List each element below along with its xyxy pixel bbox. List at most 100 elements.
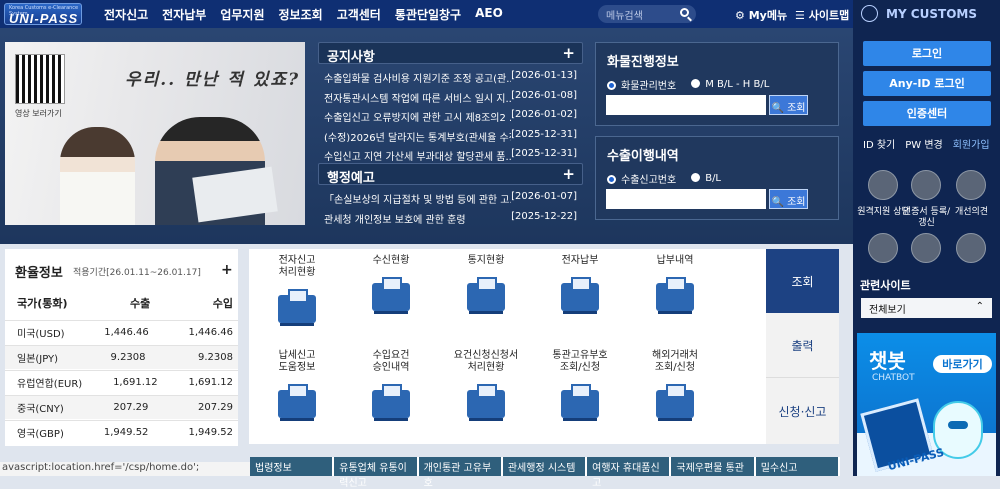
status-bar-url: avascript:location.href='/csp/home.do'; bbox=[0, 462, 250, 476]
service-icon bbox=[366, 382, 416, 422]
main-menu: 전자신고 전자납부 업무지원 정보조회 고객센터 통관단일창구 AEO bbox=[104, 6, 517, 23]
anyid-login-button[interactable]: Any-ID 로그인 bbox=[863, 71, 991, 96]
login-button[interactable]: 로그인 bbox=[863, 41, 991, 66]
menu-search-input[interactable]: 메뉴검색 bbox=[598, 5, 696, 23]
notice-more-icon[interactable]: + bbox=[562, 44, 575, 62]
cargo-number-input[interactable] bbox=[606, 95, 766, 115]
service-icon bbox=[461, 382, 511, 422]
exchange-row: 중국(CNY) 207.29 207.29 bbox=[5, 395, 238, 419]
quick-links-bar: 법령정보 유통업체 유통이력신고 개인통관 고유부호 관세행정 시스템 여행자 휴대품신… bbox=[250, 457, 840, 489]
notice-item[interactable]: 전자통관시스템 작업에 따른 서비스 일시 지... [2026-01-08] bbox=[318, 87, 583, 107]
service-icon bbox=[461, 275, 511, 315]
service-label: 조회/신청 bbox=[654, 362, 696, 373]
service-icon bbox=[555, 382, 605, 422]
admin-item[interactable]: 「손실보상의 지급절차 및 방법 등에 관한 고... [2026-01-07] bbox=[318, 188, 583, 208]
service-item[interactable]: 통지현황 bbox=[443, 255, 529, 315]
admin-item[interactable]: 관세청 개인정보 보호에 관한 훈령 [2025-12-22] bbox=[318, 208, 583, 228]
quick-link[interactable]: 개인통관 고유부호 bbox=[418, 457, 503, 489]
exchange-row: 유럽연합(EUR) 1,691.12 1,691.12 bbox=[5, 370, 238, 394]
change-pw-link[interactable]: PW 변경 bbox=[905, 136, 943, 151]
radio-export-bl[interactable]: B/L bbox=[691, 173, 721, 184]
chatbot-go-button[interactable]: 바로가기 bbox=[933, 355, 992, 373]
service-item[interactable]: 통관고유부호 조회/신청 bbox=[537, 350, 623, 422]
service-item[interactable]: 해외거래처 조회/신청 bbox=[632, 350, 718, 422]
feedback-label: 개선의견 bbox=[954, 207, 989, 217]
quick-link[interactable]: 법령정보 bbox=[250, 457, 335, 476]
service-item[interactable]: 납부내역 bbox=[632, 255, 718, 315]
notice-item[interactable]: 수입신고 지연 가산세 부과대상 할당관세 품... [2025-12-31] bbox=[318, 145, 583, 165]
export-number-input[interactable] bbox=[606, 189, 766, 209]
exchange-row: 영국(GBP) 1,949.52 1,949.52 bbox=[5, 420, 238, 444]
certificate-icon[interactable] bbox=[911, 170, 941, 200]
find-id-link[interactable]: ID 찾기 bbox=[863, 136, 895, 151]
menu-item[interactable]: 통관단일창구 bbox=[395, 6, 461, 23]
banner-slogan: 우리.. 만난 적 있죠? bbox=[125, 70, 301, 90]
radio-bl[interactable]: M B/L - H B/L bbox=[691, 79, 769, 90]
related-sites-select[interactable]: 전체보기 ⌃ bbox=[861, 298, 992, 318]
quick-link[interactable]: 유통업체 유통이력신고 bbox=[334, 457, 419, 489]
account-links: ID 찾기 PW 변경 회원가입 bbox=[863, 136, 990, 151]
top-navigation: Korea Customs e-Clearance System UNI-PASS… bbox=[0, 0, 853, 28]
cargo-search-button[interactable]: 🔍 조회 bbox=[769, 95, 808, 115]
qr-label: 영상 보러가기 bbox=[15, 109, 62, 118]
notice-title: 공지사항 bbox=[327, 50, 375, 65]
promo-banner[interactable]: 영상 보러가기 우리.. 만난 적 있죠? |||> bbox=[5, 42, 305, 225]
my-customs-title[interactable]: MY CUSTOMS bbox=[861, 5, 977, 22]
menu-item[interactable]: 업무지원 bbox=[220, 6, 264, 23]
uni-pass-logo[interactable]: Korea Customs e-Clearance System UNI-PASS bbox=[4, 3, 82, 26]
person-image bbox=[60, 127, 135, 225]
service-icon bbox=[272, 287, 322, 327]
related-sites-title: 관련사이트 bbox=[860, 279, 911, 292]
service-item[interactable]: 납세신고 도움정보 bbox=[254, 350, 340, 422]
quick-link[interactable]: 관세행정 시스템 bbox=[502, 457, 588, 476]
exchange-more-icon[interactable]: + bbox=[221, 262, 233, 278]
calculator-icon[interactable] bbox=[956, 233, 986, 263]
service-item[interactable]: 수입요건 승인내역 bbox=[348, 350, 434, 422]
chatbot-banner[interactable]: 챗봇 CHATBOT 바로가기 UNI-PASS bbox=[857, 333, 996, 476]
cargo-title: 화물진행정보 bbox=[607, 55, 679, 70]
admin-more-icon[interactable]: + bbox=[562, 165, 575, 183]
service-item[interactable]: 수신현황 bbox=[348, 255, 434, 315]
cargo-tracking-box: 화물진행정보화물관리번호 M B/L - H B/L 🔍 조회 bbox=[595, 42, 839, 126]
cert-center-button[interactable]: 인증센터 bbox=[863, 101, 991, 126]
menu-item[interactable]: 전자신고 bbox=[104, 6, 148, 23]
notice-item[interactable]: 수출입화물 검사비용 지원기준 조정 공고(관... [2026-01-13] bbox=[318, 67, 583, 87]
service-item[interactable]: 전자납부 bbox=[537, 255, 623, 315]
menu-item[interactable]: 고객센터 bbox=[337, 6, 381, 23]
service-label: 수입요건 bbox=[372, 350, 410, 361]
menu-item[interactable]: AEO bbox=[475, 6, 503, 23]
service-icon bbox=[366, 275, 416, 315]
remote-support-icon[interactable] bbox=[868, 170, 898, 200]
my-menu-button[interactable]: ⚙ My메뉴 bbox=[735, 7, 787, 23]
menu-item[interactable]: 전자납부 bbox=[162, 6, 206, 23]
quick-link[interactable]: 여행자 휴대품신고 bbox=[587, 457, 672, 489]
service-label: 전자납부 bbox=[561, 255, 599, 266]
notice-item[interactable]: (수정)2026년 달라지는 통계부호(관세율 수정) [2025-12-31] bbox=[318, 126, 583, 146]
radio-cargo-number[interactable]: 화물관리번호 bbox=[607, 77, 676, 92]
exchange-header: 국가(통화) 수출 수입 bbox=[17, 297, 233, 310]
document-icon[interactable] bbox=[868, 233, 898, 263]
exchange-period: 적용기간[26.01.11~26.01.17] bbox=[73, 268, 201, 278]
chat-icon[interactable] bbox=[911, 233, 941, 263]
tab-print[interactable]: 출력 bbox=[766, 313, 839, 378]
radio-export-number[interactable]: 수출신고번호 bbox=[607, 171, 676, 186]
admin-title: 행정예고 bbox=[327, 171, 375, 186]
sitemap-button[interactable]: ☰ 사이트맵 bbox=[795, 7, 849, 23]
search-icon[interactable] bbox=[680, 8, 689, 17]
service-item[interactable]: 요건신청신청서 처리현황 bbox=[443, 350, 529, 422]
service-item[interactable]: 전자신고 처리현황 bbox=[254, 255, 340, 327]
admin-notice-board: 행정예고 + 「손실보상의 지급절차 및 방법 등에 관한 고... [2026-0… bbox=[318, 163, 583, 227]
my-customs-panel: MY CUSTOMS 로그인 Any-ID 로그인 인증센터 ID 찾기 PW 변… bbox=[853, 0, 1000, 476]
menu-item[interactable]: 정보조회 bbox=[279, 6, 323, 23]
tab-inquiry[interactable]: 조회 bbox=[766, 249, 839, 313]
signup-link[interactable]: 회원가입 bbox=[953, 136, 990, 151]
feedback-icon[interactable] bbox=[956, 170, 986, 200]
quick-link[interactable]: 국제우편물 통관 bbox=[671, 457, 756, 476]
quick-link[interactable]: 밀수신고 bbox=[755, 457, 840, 476]
service-label: 요건신청신청서 bbox=[453, 350, 519, 361]
tab-application[interactable]: 신청·신고 bbox=[766, 378, 839, 444]
notice-item[interactable]: 수출입신고 오류방지에 관한 고시 제8조의2 ... [2026-01-02] bbox=[318, 106, 583, 126]
service-label: 납부내역 bbox=[656, 255, 694, 266]
logo-text: UNI-PASS bbox=[9, 11, 79, 26]
export-search-button[interactable]: 🔍 조회 bbox=[769, 189, 808, 209]
